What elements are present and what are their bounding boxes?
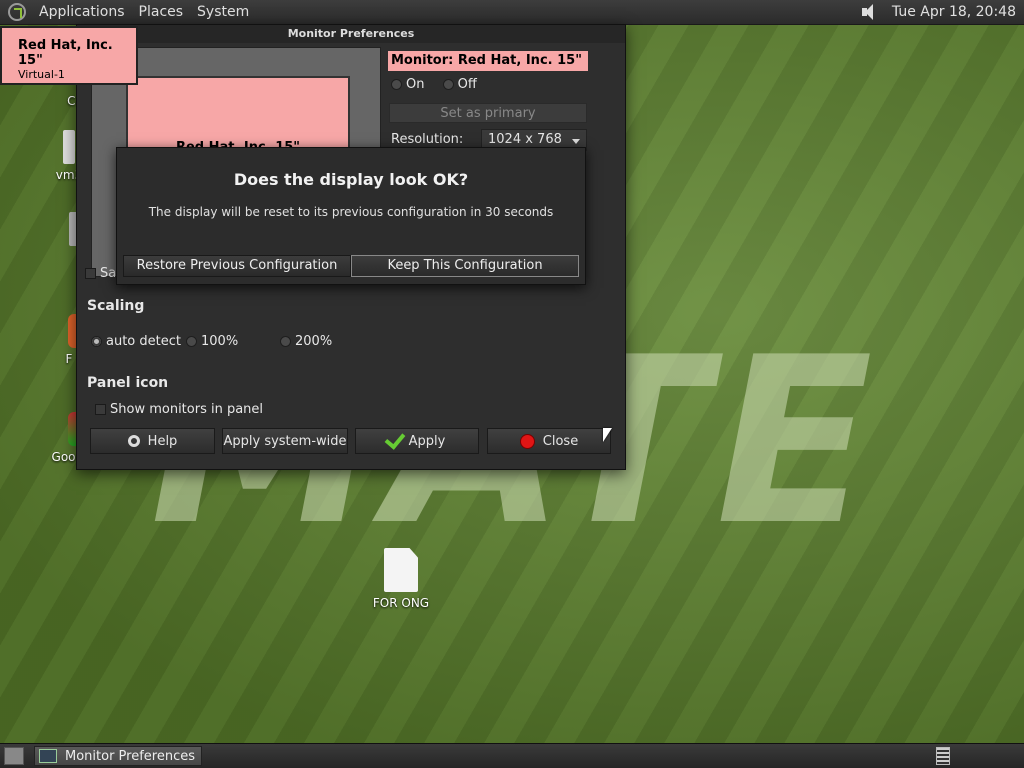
drive-icon [63,130,75,164]
help-label: Help [147,433,178,449]
clock[interactable]: Tue Apr 18, 20:48 [892,4,1016,20]
apply-system-wide-button[interactable]: Apply system-wide [222,428,348,454]
monitor-osd-label: Red Hat, Inc. 15" Virtual-1 [0,26,138,85]
monitor-app-icon [39,749,57,763]
taskbar-item-label: Monitor Preferences [65,748,196,764]
osd-monitor-output: Virtual-1 [18,68,65,81]
scaling-100-option[interactable]: 100% [186,334,238,349]
off-radio[interactable] [442,79,454,90]
close-button[interactable]: Close [487,428,611,454]
close-icon [519,433,535,449]
menu-applications[interactable]: Applications [32,4,132,20]
set-primary-button[interactable]: Set as primary [389,103,587,123]
taskbar-item-monitor-preferences[interactable]: Monitor Preferences [34,746,202,766]
same-image-label: Sa [100,266,117,281]
scaling-heading: Scaling [87,298,145,314]
radio-100[interactable] [186,336,197,347]
scaling-auto-label: auto detect [106,334,181,349]
scaling-200-option[interactable]: 200% [280,334,332,349]
mate-logo-icon[interactable] [8,3,26,21]
confirm-display-dialog: Does the display look OK? The display wi… [116,147,586,285]
volume-icon[interactable] [860,3,880,21]
scaling-100-label: 100% [201,334,239,349]
monitor-power-options: On Off [391,77,491,92]
radio-auto[interactable] [91,336,102,347]
restore-previous-button[interactable]: Restore Previous Configuration [123,255,351,277]
resolution-label: Resolution: [391,132,464,147]
desktop-icon-file[interactable]: FOR ONG [366,548,436,610]
dialog-message: The display will be reset to its previou… [148,205,554,219]
dialog-title: Does the display look OK? [233,170,469,189]
apply-label: Apply [408,433,446,449]
apply-system-wide-label: Apply system-wide [223,433,347,449]
on-label: On [406,77,425,92]
show-monitors-checkbox[interactable]: Show monitors in panel [95,402,263,417]
apply-button[interactable]: Apply [355,428,479,454]
menu-system[interactable]: System [190,4,256,20]
top-panel: Applications Places System Tue Apr 18, 2… [0,0,1024,25]
window-title[interactable]: Monitor Preferences [77,25,625,43]
help-button[interactable]: Help [90,428,215,454]
off-label: Off [457,77,477,92]
panel-icon-heading: Panel icon [87,375,169,391]
keep-configuration-button[interactable]: Keep This Configuration [351,255,579,277]
desktop-icon-label: F [65,352,73,366]
osd-monitor-name: Red Hat, Inc. 15" [18,38,113,68]
same-image-checkbox[interactable]: Sa [85,266,116,281]
workspace-switcher-icon[interactable] [936,747,950,765]
close-label: Close [542,433,579,449]
help-icon [127,435,140,447]
checkmark-icon [384,428,406,450]
scaling-200-label: 200% [295,334,333,349]
document-icon [384,548,418,592]
radio-200[interactable] [280,336,291,347]
checkbox-box[interactable] [95,404,106,415]
checkbox-box[interactable] [85,268,96,279]
monitor-name-label: Monitor: Red Hat, Inc. 15" [388,51,588,71]
show-desktop-icon[interactable] [4,747,24,765]
show-monitors-label: Show monitors in panel [110,402,264,417]
notification-area: Tue Apr 18, 20:48 [860,0,1016,24]
on-radio[interactable] [391,79,402,90]
mouse-cursor-icon [603,428,612,442]
scaling-auto-option[interactable]: auto detect [91,334,181,349]
bottom-panel: Monitor Preferences [0,743,1024,768]
menu-places[interactable]: Places [132,4,191,20]
desktop-icon-label: FOR ONG [372,596,430,610]
